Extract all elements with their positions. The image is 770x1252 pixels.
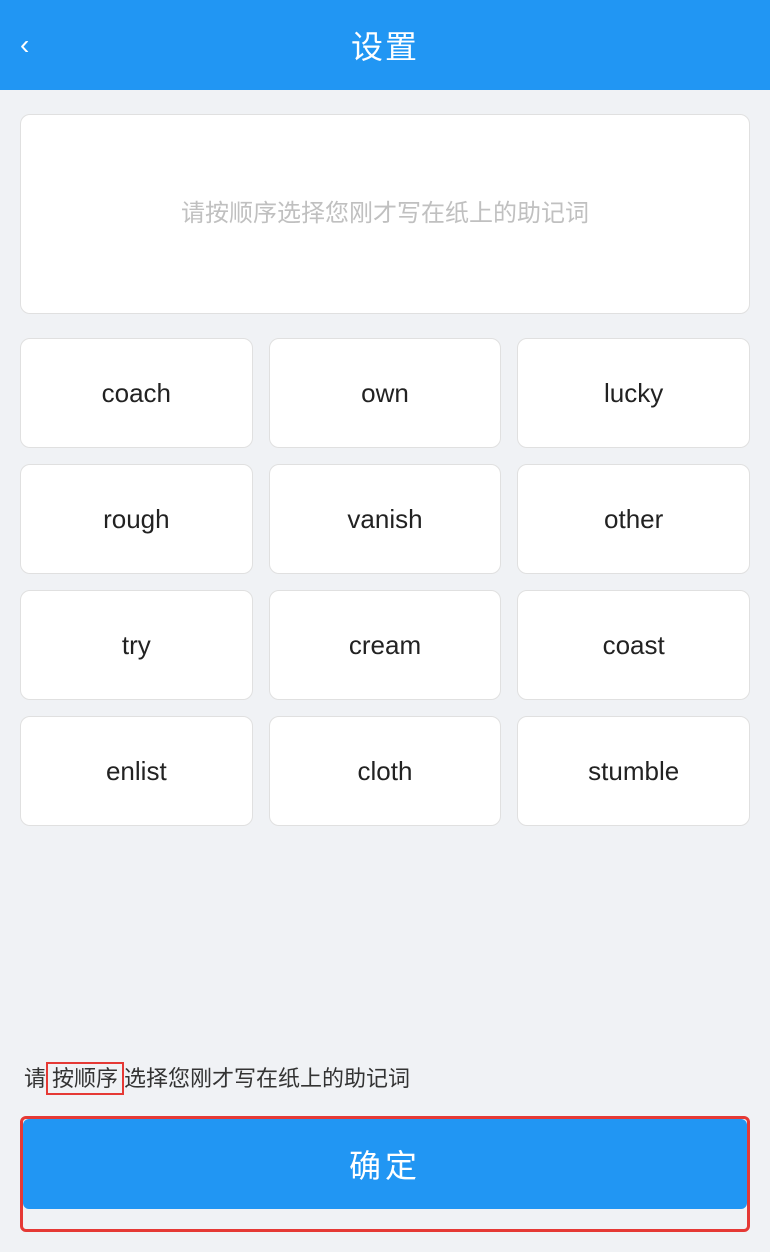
bottom-section: 请按顺序选择您刚才写在纸上的助记词 确定 [0,1061,770,1252]
word-btn-enlist[interactable]: enlist [20,716,253,826]
word-btn-lucky[interactable]: lucky [517,338,750,448]
main-content: 请按顺序选择您刚才写在纸上的助记词 coachownlucky roughvani… [0,90,770,1061]
word-grid: coachownlucky roughvanishother trycreamcoa… [20,338,750,826]
word-btn-try[interactable]: try [20,590,253,700]
back-button[interactable]: ‹ [20,29,29,61]
instruction-prefix: 请 [24,1066,46,1091]
instruction-text: 请按顺序选择您刚才写在纸上的助记词 [20,1061,750,1096]
word-btn-coast[interactable]: coast [517,590,750,700]
word-btn-cloth[interactable]: cloth [269,716,502,826]
confirm-button-wrapper: 确定 [20,1116,750,1232]
instruction-suffix: 选择您刚才写在纸上的助记词 [124,1066,410,1091]
word-btn-stumble[interactable]: stumble [517,716,750,826]
header: ‹ 设置 [0,0,770,90]
word-btn-own[interactable]: own [269,338,502,448]
word-btn-cream[interactable]: cream [269,590,502,700]
word-btn-vanish[interactable]: vanish [269,464,502,574]
instruction-highlight: 按顺序 [46,1062,124,1095]
word-btn-coach[interactable]: coach [20,338,253,448]
input-placeholder: 请按顺序选择您刚才写在纸上的助记词 [181,196,589,232]
word-btn-rough[interactable]: rough [20,464,253,574]
mnemonic-input-area: 请按顺序选择您刚才写在纸上的助记词 [20,114,750,314]
page-title: 设置 [351,22,419,68]
word-btn-other[interactable]: other [517,464,750,574]
confirm-button[interactable]: 确定 [23,1119,747,1209]
